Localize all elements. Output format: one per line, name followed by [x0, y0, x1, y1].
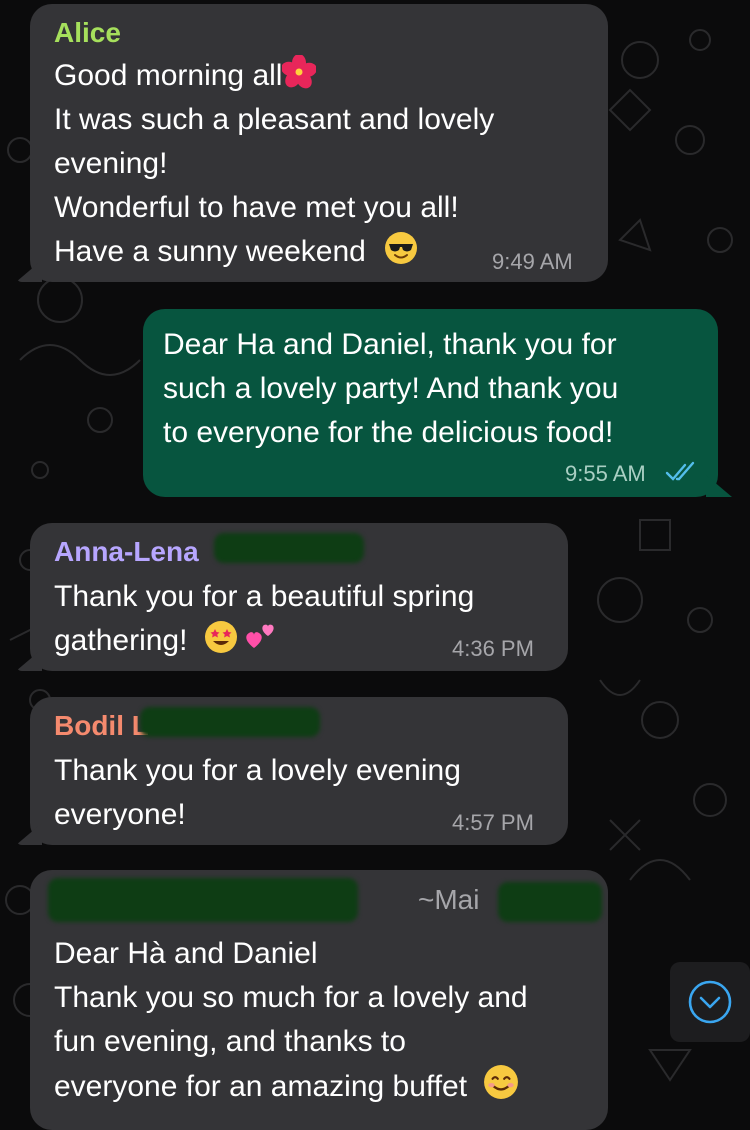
sunglasses-emoji-icon	[384, 231, 418, 264]
redacted-surname	[214, 533, 364, 563]
message-line: Dear Hà and Daniel	[54, 937, 318, 970]
message-line: evening!	[54, 147, 168, 180]
message-line: It was such a pleasant and lovely	[54, 103, 495, 136]
redacted-sender-number	[48, 878, 358, 922]
redacted-surname	[140, 707, 320, 737]
message-timestamp: 4:57 PM	[452, 810, 534, 835]
message-line: Thank you for a lovely evening	[54, 754, 461, 787]
hibiscus-icon	[281, 54, 318, 89]
redacted-sender-name	[498, 882, 602, 922]
star-struck-emoji-icon	[204, 620, 237, 653]
message-line: Thank you so much for a lovely and	[54, 981, 528, 1014]
double-check-icon	[665, 461, 697, 488]
message-bubble-incoming[interactable]: Anna-Lena Thank you for a beautiful spri…	[16, 523, 568, 671]
message-line: to everyone for the delicious food!	[163, 416, 614, 449]
sender-tag[interactable]: ~Mai	[418, 884, 479, 916]
message-bubble-incoming[interactable]: ~Mai Dear Hà and Daniel Thank you so muc…	[30, 870, 608, 1130]
message-bubble-outgoing[interactable]: Dear Ha and Daniel, thank you for such a…	[143, 309, 732, 497]
message-timestamp: 9:49 AM	[492, 249, 573, 274]
message-line: Good morning all	[54, 54, 588, 98]
message-line: such a lovely party! And thank you	[163, 372, 619, 405]
message-line: Dear Ha and Daniel, thank you for	[163, 328, 617, 361]
message-line: Thank you for a beautiful spring	[54, 580, 475, 613]
message-timestamp: 4:36 PM	[452, 636, 534, 661]
message-line: everyone for an amazing buffet	[54, 1064, 588, 1109]
message-bubble-incoming[interactable]: Bodil L Thank you for a lovely evening e…	[16, 697, 568, 845]
message-line: fun evening, and thanks to	[54, 1025, 406, 1058]
scroll-to-bottom-button[interactable]	[670, 962, 750, 1042]
two-hearts-emoji-icon	[244, 620, 276, 652]
message-line: Wonderful to have met you all!	[54, 191, 459, 224]
chevron-down-icon	[688, 980, 732, 1024]
sender-name[interactable]: Alice	[54, 16, 588, 50]
message-bubble-incoming[interactable]: Alice Good morning all It was such a ple…	[16, 4, 608, 282]
smiling-face-emoji-icon	[483, 1064, 519, 1099]
message-timestamp: 9:55 AM	[565, 461, 646, 486]
